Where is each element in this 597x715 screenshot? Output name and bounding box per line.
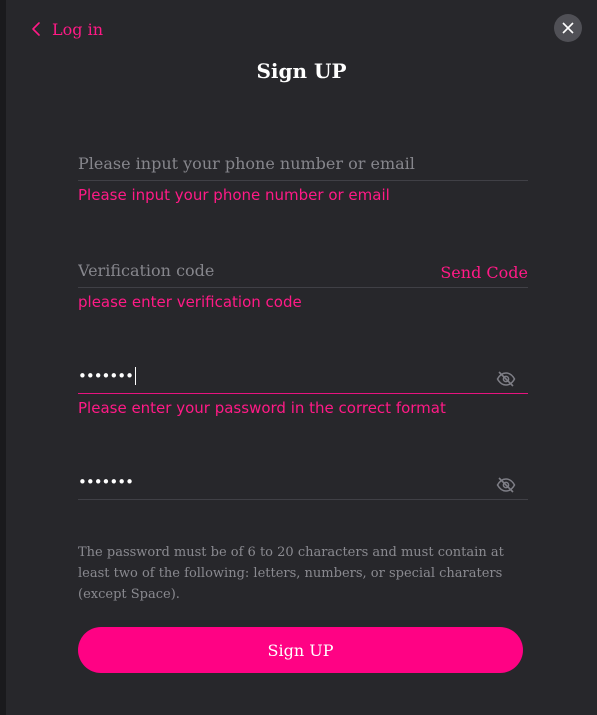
signup-dialog: Log in Sign UP Please input your phone n…	[6, 0, 597, 715]
verification-code-input[interactable]	[78, 255, 438, 285]
chevron-left-icon	[32, 22, 40, 36]
account-field	[78, 148, 528, 181]
eye-off-icon[interactable]	[496, 371, 516, 387]
verification-code-error: please enter verification code	[78, 293, 302, 311]
password-input[interactable]: •••••••	[78, 367, 136, 385]
sign-up-button[interactable]: Sign UP	[78, 627, 523, 673]
close-icon	[562, 22, 574, 34]
confirm-password-masked-value: •••••••	[78, 473, 134, 491]
confirm-password-field[interactable]: •••••••	[78, 467, 528, 500]
password-field[interactable]: •••••••	[78, 361, 528, 394]
send-code-button[interactable]: Send Code	[440, 263, 528, 282]
password-rules-hint: The password must be of 6 to 20 characte…	[78, 545, 504, 602]
password-masked-value: •••••••	[78, 367, 134, 385]
close-button[interactable]	[554, 14, 582, 42]
eye-off-icon[interactable]	[496, 477, 516, 493]
back-link-label: Log in	[52, 19, 104, 39]
password-error: Please enter your password in the correc…	[78, 399, 446, 417]
account-input[interactable]	[78, 148, 438, 178]
back-to-login-link[interactable]: Log in	[30, 17, 103, 41]
verification-code-field: Send Code	[78, 255, 528, 288]
account-error: Please input your phone number or email	[78, 186, 390, 204]
text-caret	[134, 367, 136, 385]
confirm-password-input[interactable]: •••••••	[78, 473, 134, 491]
page-title: Sign UP	[256, 59, 347, 83]
